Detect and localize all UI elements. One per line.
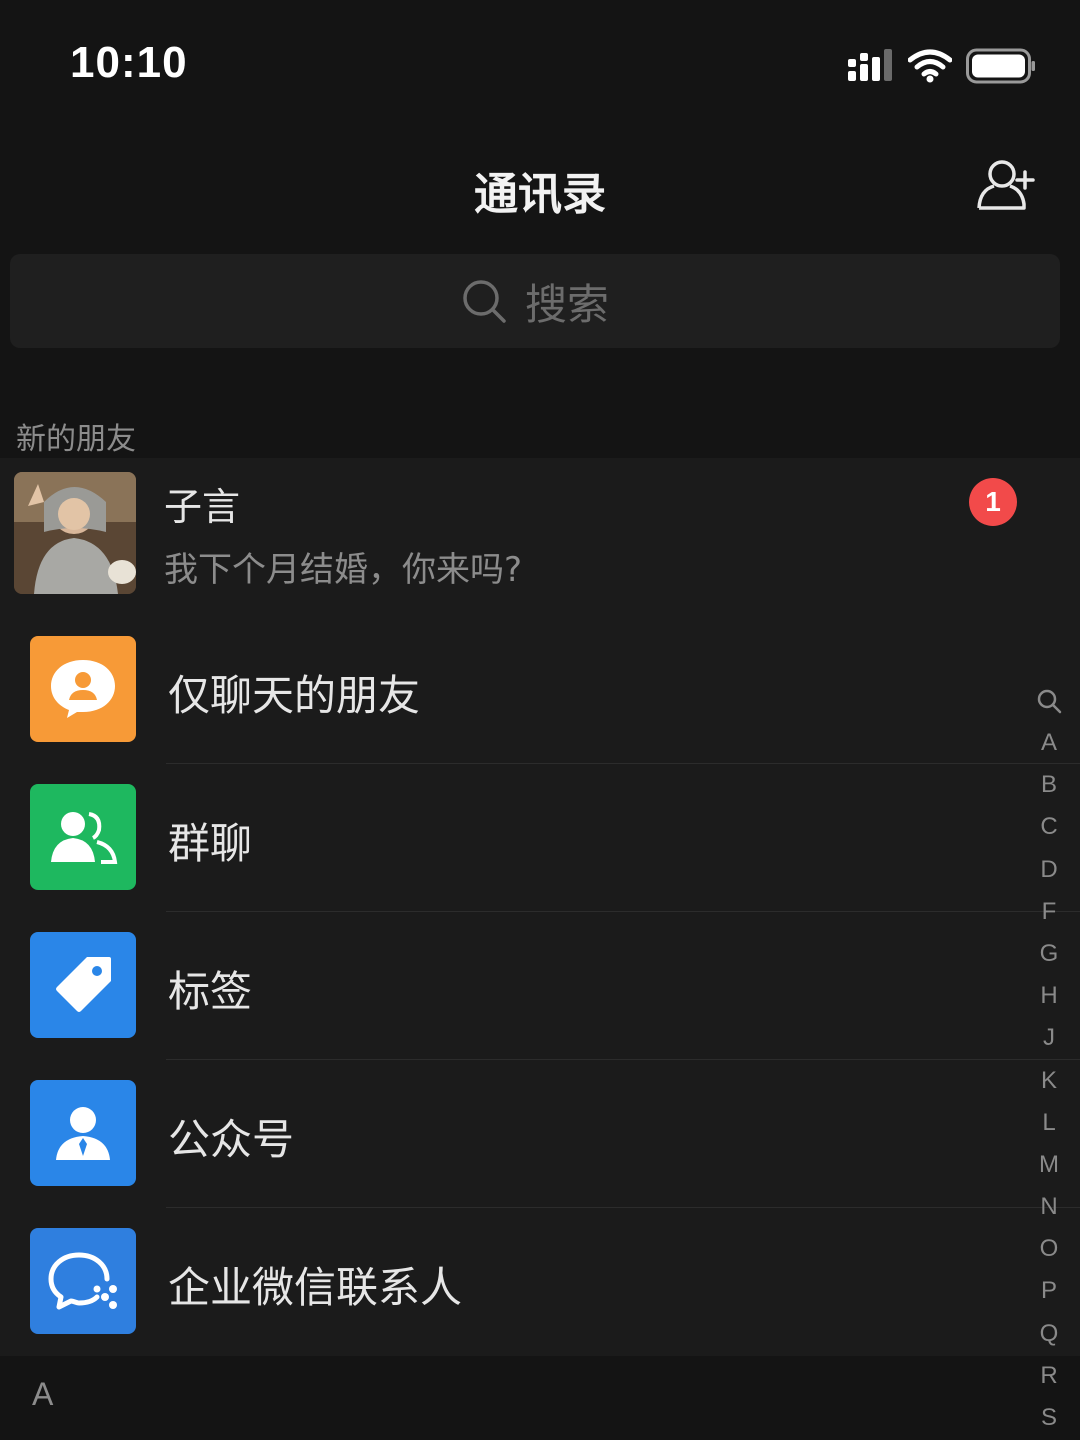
alphabet-index-bar[interactable]: A B C D F G H J K L M N O P Q R S [1032,680,1066,1439]
avatar [14,472,136,594]
battery-icon [966,48,1035,84]
avatar-photo-icon [14,472,136,594]
tag-icon [30,932,136,1038]
search-icon [463,280,506,323]
index-letter[interactable]: J [1043,1017,1055,1059]
index-letter[interactable]: K [1041,1060,1057,1102]
status-time: 10:10 [70,38,188,87]
index-letter[interactable]: D [1040,849,1057,891]
index-letter[interactable]: H [1040,975,1057,1017]
status-bar: 10:10 [0,0,1080,130]
friend-name: 子言 [164,485,241,529]
index-letter[interactable]: A [1041,722,1057,764]
tags-item[interactable]: 标签 [0,912,1080,1060]
add-contact-icon [977,160,1035,210]
index-letter[interactable]: C [1040,806,1057,848]
group-chat-item[interactable]: 群聊 [0,764,1080,912]
new-friends-section-label: 新的朋友 [16,422,136,457]
status-icons [848,48,1036,84]
section-gap [0,380,1080,400]
official-accounts-item[interactable]: 公众号 [0,1060,1080,1208]
feature-label: 企业微信联系人 [168,1263,463,1312]
feature-label: 群聊 [168,819,253,868]
page-title: 通讯录 [474,169,606,220]
index-letter[interactable]: O [1040,1228,1059,1270]
index-letter[interactable]: S [1041,1397,1057,1439]
official-account-icon [30,1080,136,1186]
add-friend-button[interactable] [976,158,1038,212]
wecom-contacts-item[interactable]: 企业微信联系人 [0,1208,1080,1356]
wifi-icon [908,49,952,83]
search-placeholder: 搜索 [524,279,609,329]
index-letter[interactable]: P [1041,1270,1057,1312]
group-chat-icon [30,784,136,890]
index-letter[interactable]: R [1040,1355,1057,1397]
section-header-a: A [0,1356,1080,1440]
index-letter[interactable]: F [1042,891,1057,933]
index-letter[interactable]: N [1040,1186,1057,1228]
friend-message: 我下个月结婚，你来吗? [164,550,523,590]
contact-feature-list: 仅聊天的朋友 群聊 标签 公众号 企业微信联系人 [0,616,1080,1356]
chat-only-friends-icon [30,636,136,742]
chat-only-friends-item[interactable]: 仅聊天的朋友 [0,616,1080,764]
feature-label: 标签 [168,967,253,1016]
new-friend-request-row[interactable]: 子言 我下个月结婚，你来吗? 1 [0,458,1080,616]
index-search-icon[interactable] [1036,680,1062,722]
index-letter[interactable]: L [1042,1102,1055,1144]
feature-label: 公众号 [168,1115,295,1164]
unread-badge: 1 [969,478,1017,526]
wecom-contacts-icon [30,1228,136,1334]
index-letter[interactable]: G [1040,933,1059,975]
index-letter[interactable]: Q [1040,1313,1059,1355]
index-letter[interactable]: M [1039,1144,1059,1186]
feature-label: 仅聊天的朋友 [168,671,421,720]
index-letter[interactable]: B [1041,764,1057,806]
section-letter: A [32,1376,54,1412]
cellular-signal-icon [848,49,892,81]
search-bar[interactable]: 搜索 [10,254,1060,348]
contacts-screen: 10:10 通讯录 搜索 新的朋友 子言 我下个月结婚，你来吗? 1 仅聊天的朋… [0,0,1080,1440]
